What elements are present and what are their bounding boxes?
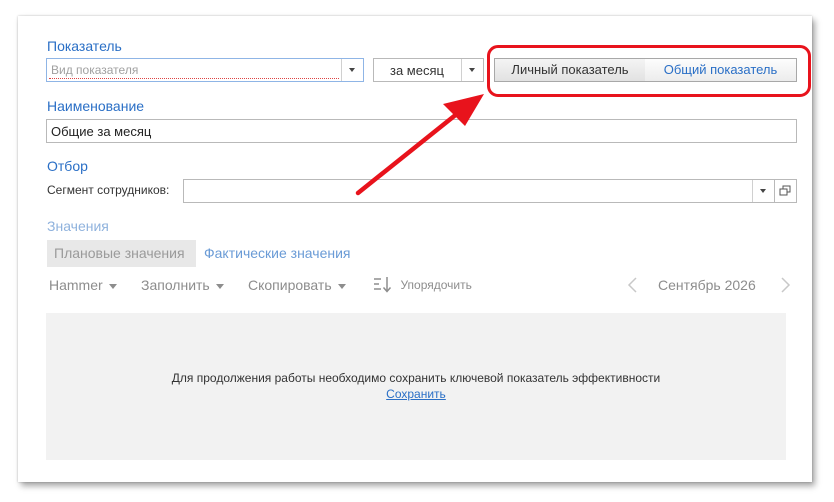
annotation-arrow [355,94,484,196]
